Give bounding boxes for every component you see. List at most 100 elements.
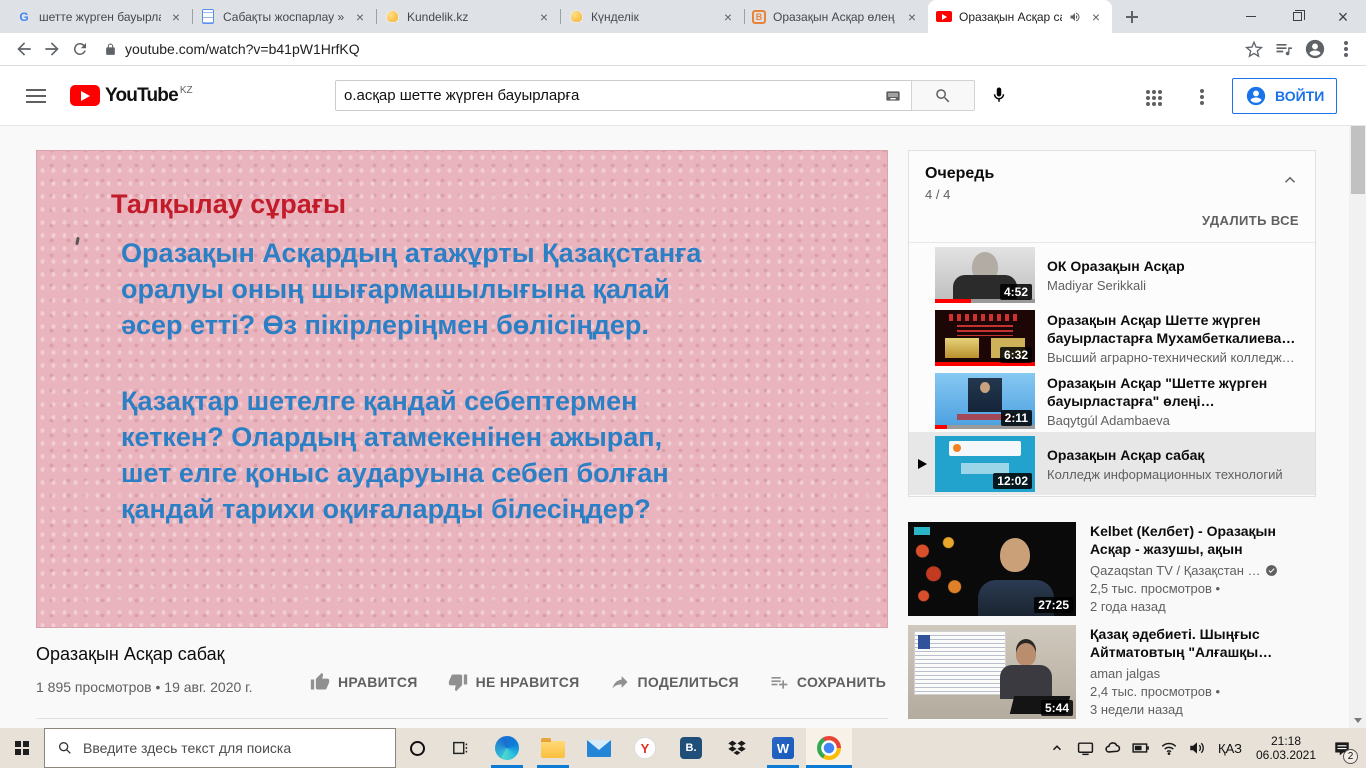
tray-expand-chevron-icon[interactable] xyxy=(1044,728,1070,768)
omnibox[interactable]: youtube.com/watch?v=b41pW1HrfKQ xyxy=(104,41,1244,57)
thumbs-up-icon xyxy=(310,672,330,690)
start-button[interactable] xyxy=(0,728,44,768)
volume-icon[interactable] xyxy=(1184,728,1210,768)
remove-all-button[interactable]: УДАЛИТЬ ВСЕ xyxy=(1202,213,1299,228)
browser-tab-strip: G шетте жүрген бауырла Сабақты жоспарлау… xyxy=(0,0,1366,33)
browser-menu-icon[interactable] xyxy=(1344,47,1348,51)
browser-tab-lesson-plan[interactable]: Сабақты жоспарлау » xyxy=(192,0,376,33)
sign-in-button[interactable]: ВОЙТИ xyxy=(1232,78,1338,114)
guide-menu-icon[interactable] xyxy=(26,95,46,97)
notification-center-button[interactable]: 2 xyxy=(1324,728,1360,768)
related-video-1[interactable]: 27:25 Kelbet (Келбет) - Оразақын Асқар -… xyxy=(908,522,1316,616)
back-button[interactable] xyxy=(10,35,38,63)
tab-close-icon[interactable] xyxy=(1088,9,1104,25)
reload-button[interactable] xyxy=(66,35,94,63)
voice-search-button[interactable] xyxy=(990,86,1008,109)
like-label: НРАВИТСЯ xyxy=(338,674,418,690)
youtube-search-form xyxy=(335,80,975,111)
video-player[interactable]: Талқылау сұрағы Оразақын Асқардың атажұр… xyxy=(36,150,888,628)
search-button[interactable] xyxy=(911,80,975,111)
clock[interactable]: 21:18 06.03.2021 xyxy=(1250,734,1322,762)
related-video-channel[interactable]: aman jalgas xyxy=(1090,666,1316,681)
slide-paragraph-2: Қазақтар шетелге қандай себептермен кетк… xyxy=(121,383,669,527)
cortana-button[interactable] xyxy=(396,728,438,768)
video-thumbnail[interactable]: 6:32 xyxy=(935,309,1035,366)
queue-item-title[interactable]: Оразақын Асқар Шетте жүрген бауырластарғ… xyxy=(1047,311,1305,347)
video-duration-badge: 5:44 xyxy=(1040,700,1073,716)
browser-tab-poems[interactable]: B Оразақын Асқар өлең xyxy=(744,0,928,33)
like-button[interactable]: НРАВИТСЯ xyxy=(310,672,418,692)
dislike-button[interactable]: НЕ НРАВИТСЯ xyxy=(448,672,580,692)
queue-item-channel[interactable]: Колледж информационных технологий xyxy=(1047,467,1283,482)
onedrive-cloud-icon[interactable] xyxy=(1100,728,1126,768)
taskbar-search-box[interactable]: Введите здесь текст для поиска xyxy=(44,728,396,768)
search-input[interactable] xyxy=(344,87,883,104)
browser-tab-youtube-active[interactable]: Оразақын Асқар са xyxy=(928,0,1112,33)
youtube-apps-grid-icon[interactable] xyxy=(1146,90,1150,94)
related-video-title[interactable]: Қазақ әдебиеті. Шыңғыс Айтматовтың "Алға… xyxy=(1090,625,1316,661)
queue-item-channel[interactable]: Madiyar Serikkali xyxy=(1047,278,1185,293)
taskbar-app-dropbox[interactable] xyxy=(714,728,760,768)
queue-item-channel[interactable]: Высший аграрно-технический колледж… xyxy=(1047,350,1305,365)
taskbar-app-bitrix[interactable]: B. xyxy=(668,728,714,768)
tab-close-icon[interactable] xyxy=(904,9,920,25)
task-view-button[interactable] xyxy=(438,728,484,768)
profile-avatar-icon[interactable] xyxy=(1304,38,1326,60)
browser-tab-kundelik[interactable]: Kundelik.kz xyxy=(376,0,560,33)
taskbar-app-chrome-active[interactable] xyxy=(806,728,852,768)
video-duration-badge: 12:02 xyxy=(993,472,1032,489)
tab-audio-speaker-icon[interactable] xyxy=(1069,11,1081,23)
tab-title: шетте жүрген бауырла xyxy=(39,9,161,24)
taskbar-app-word[interactable]: W xyxy=(760,728,806,768)
youtube-settings-menu-icon[interactable] xyxy=(1200,89,1204,93)
queue-item-1[interactable]: 4:52 ОК Оразақын Асқар Madiyar Serikkali xyxy=(909,243,1315,306)
taskbar-app-explorer[interactable] xyxy=(530,728,576,768)
related-video-title[interactable]: Kelbet (Келбет) - Оразақын Асқар - жазуш… xyxy=(1090,522,1316,558)
slide-line: шет елге қоныс аударуына себеп болған xyxy=(121,458,669,488)
window-restore-button[interactable] xyxy=(1274,0,1320,33)
tab-close-icon[interactable] xyxy=(168,9,184,25)
youtube-logo-text: YouTube xyxy=(105,85,179,106)
video-thumbnail[interactable]: 27:25 xyxy=(908,522,1076,616)
taskbar-app-yandex[interactable]: Y xyxy=(622,728,668,768)
queue-item-channel[interactable]: Baqytgúl Adambaeva xyxy=(1047,413,1305,428)
collapse-chevron-icon[interactable] xyxy=(1281,171,1299,189)
page-scrollbar[interactable] xyxy=(1349,66,1366,728)
tab-close-icon[interactable] xyxy=(720,9,736,25)
tab-close-icon[interactable] xyxy=(352,9,368,25)
queue-item-title[interactable]: ОК Оразақын Асқар xyxy=(1047,257,1185,275)
search-input-wrapper[interactable] xyxy=(335,80,911,111)
window-minimize-button[interactable] xyxy=(1228,0,1274,33)
youtube-logo[interactable]: YouTube KZ xyxy=(70,85,193,106)
queue-item-title[interactable]: Оразақын Асқар сабақ xyxy=(1047,446,1283,464)
window-close-button[interactable] xyxy=(1320,0,1366,33)
battery-icon[interactable] xyxy=(1128,728,1154,768)
taskbar-app-edge[interactable] xyxy=(484,728,530,768)
save-button[interactable]: СОХРАНИТЬ xyxy=(769,672,886,692)
queue-item-3[interactable]: 2:11 Оразақын Асқар "Шетте жүрген бауырл… xyxy=(909,369,1315,432)
wireless-display-icon[interactable] xyxy=(1072,728,1098,768)
lock-icon xyxy=(106,43,115,55)
keyboard-icon[interactable] xyxy=(883,88,903,104)
media-controls-icon[interactable] xyxy=(1274,39,1294,59)
share-button[interactable]: ПОДЕЛИТЬСЯ xyxy=(610,672,739,692)
new-tab-button[interactable] xyxy=(1118,3,1146,31)
wifi-icon[interactable] xyxy=(1156,728,1182,768)
related-video-channel[interactable]: Qazaqstan TV / Қазақстан … xyxy=(1090,563,1316,578)
video-thumbnail[interactable]: 12:02 xyxy=(935,435,1035,492)
tab-close-icon[interactable] xyxy=(536,9,552,25)
queue-item-2[interactable]: 6:32 Оразақын Асқар Шетте жүрген бауырла… xyxy=(909,306,1315,369)
browser-tab-google-search[interactable]: G шетте жүрген бауырла xyxy=(8,0,192,33)
bookmark-star-icon[interactable] xyxy=(1244,39,1264,59)
video-thumbnail[interactable]: 5:44 xyxy=(908,625,1076,719)
language-indicator[interactable]: ҚАЗ xyxy=(1212,741,1248,756)
related-video-2[interactable]: 5:44 Қазақ әдебиеті. Шыңғыс Айтматовтың … xyxy=(908,625,1316,719)
taskbar-app-mail[interactable] xyxy=(576,728,622,768)
browser-tab-kundelik2[interactable]: Күнделік xyxy=(560,0,744,33)
video-thumbnail[interactable]: 4:52 xyxy=(935,246,1035,303)
scroll-down-arrow-icon[interactable] xyxy=(1353,718,1362,723)
forward-button[interactable] xyxy=(38,35,66,63)
queue-item-4-current[interactable]: 12:02 Оразақын Асқар сабақ Колледж инфор… xyxy=(909,432,1315,495)
video-thumbnail[interactable]: 2:11 xyxy=(935,372,1035,429)
queue-item-title[interactable]: Оразақын Асқар "Шетте жүрген бауырластар… xyxy=(1047,374,1305,410)
